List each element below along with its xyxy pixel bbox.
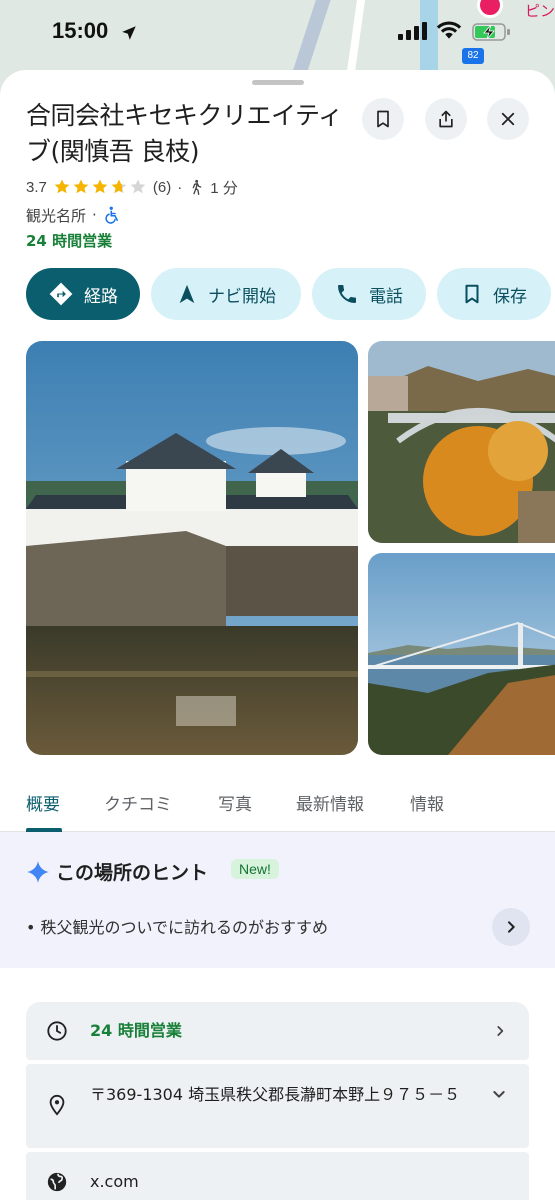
bridge-autumn-image (368, 341, 555, 543)
sparkle-icon (27, 861, 49, 883)
tab-overview[interactable]: 概要 (26, 790, 60, 815)
directions-label: 経路 (84, 286, 118, 307)
location-arrow-icon (122, 26, 136, 40)
star-icon (73, 179, 89, 194)
action-chips: 経路 ナビ開始 電話 保存 (26, 268, 551, 320)
bookmark-icon (377, 110, 389, 128)
castle-photo[interactable] (26, 341, 358, 755)
directions-icon (49, 282, 73, 306)
status-bar: 15:00 (0, 18, 555, 48)
star-icon (54, 179, 70, 194)
bridge-sea-image (368, 553, 555, 755)
place-hint-card: この場所のヒント New! • 秩父観光のついでに訪れるのがおすすめ (0, 832, 555, 968)
place-sheet: 合同会社キセキクリエイティブ(関慎吾 良枝) 3.7 (6) · 1 分 観光名… (0, 70, 555, 1200)
route-badge: 82 (462, 48, 484, 64)
location-pin-icon (49, 1094, 65, 1116)
new-badge: New! (231, 859, 279, 879)
save-label: 保存 (493, 286, 527, 307)
sheet-drag-handle[interactable] (252, 80, 304, 85)
tab-photos[interactable]: 写真 (218, 790, 252, 815)
separator-dot: · (92, 206, 97, 224)
separator-dot: · (177, 178, 183, 196)
rating-value: 3.7 (26, 178, 47, 196)
share-icon (439, 110, 453, 128)
start-navigation-label: ナビ開始 (208, 286, 276, 307)
walk-time: 1 分 (210, 179, 238, 197)
signal-icon (398, 22, 427, 40)
website-row[interactable]: x.com (26, 1152, 529, 1200)
address-text: 〒369-1304 埼玉県秩父郡長瀞町本野上９７５－５ (90, 1085, 461, 1104)
map-pin-icon[interactable] (477, 0, 503, 18)
chevron-right-icon (508, 921, 515, 933)
address-row[interactable]: 〒369-1304 埼玉県秩父郡長瀞町本野上９７５－５ (26, 1064, 529, 1148)
tab-updates[interactable]: 最新情報 (296, 790, 364, 815)
directions-button[interactable]: 経路 (26, 268, 140, 320)
place-title: 合同会社キセキクリエイティブ(関慎吾 良枝) (26, 101, 343, 166)
star-icon (92, 179, 108, 194)
bookmark-button[interactable] (362, 98, 404, 140)
review-count: (6) (152, 178, 172, 196)
status-time: 15:00 (52, 18, 109, 43)
clock-icon (47, 1021, 67, 1041)
phone-icon (338, 285, 356, 303)
star-icon (130, 179, 146, 194)
bridge-sea-photo[interactable] (368, 553, 555, 755)
place-tabs: 概要 クチコミ 写真 最新情報 情報 (0, 782, 555, 832)
open-hours-status: 24 時間営業 (26, 232, 113, 250)
hours-row[interactable]: 24 時間営業 (26, 1002, 529, 1060)
hint-more-button[interactable] (492, 908, 530, 946)
place-category: 観光名所 (26, 206, 87, 225)
globe-icon (47, 1172, 67, 1192)
category-row: 観光名所 · (26, 204, 121, 226)
hint-text-value: 秩父観光のついでに訪れるのがおすすめ (40, 918, 329, 937)
start-navigation-button[interactable]: ナビ開始 (151, 268, 301, 320)
castle-photo-image (26, 341, 358, 755)
rating-row[interactable]: 3.7 (6) · 1 分 (26, 176, 238, 198)
star-icon (111, 179, 127, 194)
close-icon (501, 112, 515, 126)
website-text: x.com (90, 1172, 139, 1191)
hint-title: この場所のヒント (56, 862, 209, 884)
share-button[interactable] (425, 98, 467, 140)
tab-about[interactable]: 情報 (410, 790, 444, 815)
hours-text: 24 時間営業 (90, 1021, 182, 1040)
chevron-right-icon (497, 1026, 504, 1036)
walking-icon (192, 179, 202, 195)
rating-stars (53, 178, 147, 196)
tab-reviews[interactable]: クチコミ (104, 790, 172, 815)
call-button[interactable]: 電話 (312, 268, 426, 320)
hint-text: • 秩父観光のついでに訪れるのがおすすめ (26, 918, 329, 937)
navigation-icon (179, 284, 195, 304)
call-label: 電話 (369, 286, 403, 307)
chevron-down-icon (493, 1091, 505, 1098)
battery-charging-icon (472, 23, 510, 41)
save-button[interactable]: 保存 (437, 268, 551, 320)
photo-gallery (26, 341, 555, 755)
close-button[interactable] (487, 98, 529, 140)
wifi-icon (436, 21, 462, 39)
bridge-autumn-photo[interactable] (368, 341, 555, 543)
bookmark-icon (465, 284, 479, 304)
wheelchair-icon (105, 206, 118, 224)
